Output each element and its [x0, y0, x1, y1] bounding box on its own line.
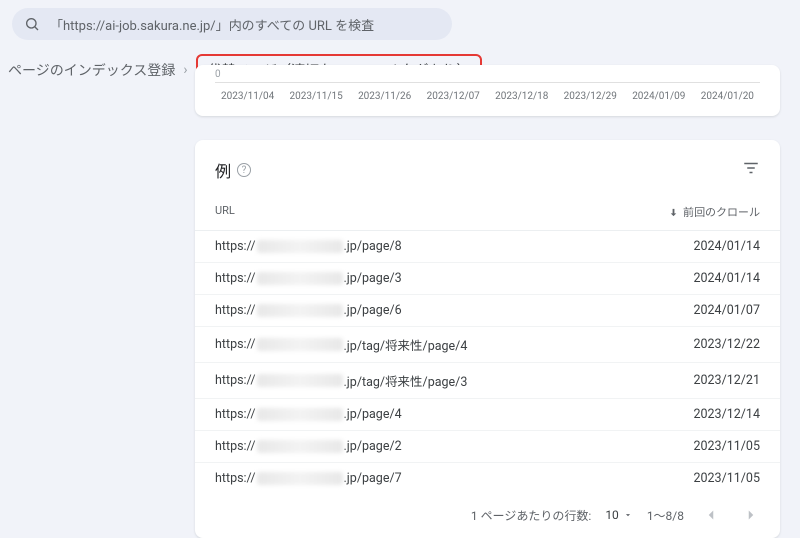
table-row[interactable]: https://.jp/page/72023/11/05	[195, 463, 780, 494]
chevron-right-icon: ›	[183, 62, 187, 78]
url-cell: https://.jp/page/6	[215, 303, 650, 318]
x-tick: 2023/12/29	[564, 91, 617, 102]
date-cell: 2024/01/14	[650, 271, 760, 286]
examples-card: 例 ? URL 前回のクロール https://.jp/page/82024/0…	[195, 140, 780, 538]
chart-axis	[215, 82, 760, 83]
url-cell: https://.jp/tag/将来性/page/3	[215, 371, 650, 390]
col-header-date[interactable]: 前回のクロール	[650, 204, 760, 220]
pager-range: 1～8/8	[647, 507, 684, 524]
x-tick: 2023/11/15	[290, 91, 343, 102]
date-cell: 2024/01/07	[650, 303, 760, 318]
x-tick: 2023/12/07	[427, 91, 480, 102]
redacted-domain	[257, 338, 343, 351]
rows-per-page-select[interactable]: 10	[605, 508, 633, 522]
chevron-left-icon	[702, 506, 720, 524]
search-placeholder: 「https://ai-job.sakura.ne.jp/」内のすべての URL…	[50, 15, 374, 34]
x-tick: 2023/12/18	[495, 91, 548, 102]
date-cell: 2024/01/14	[650, 239, 760, 254]
date-cell: 2023/12/21	[650, 373, 760, 388]
help-icon[interactable]: ?	[237, 163, 251, 177]
url-cell: https://.jp/page/2	[215, 439, 650, 454]
x-tick: 2024/01/20	[701, 91, 754, 102]
table-row[interactable]: https://.jp/page/32024/01/14	[195, 263, 780, 295]
date-cell: 2023/12/14	[650, 407, 760, 422]
redacted-domain	[257, 408, 343, 421]
x-tick: 2024/01/09	[632, 91, 685, 102]
table-title: 例	[215, 158, 231, 182]
redacted-domain	[257, 240, 343, 253]
table-row[interactable]: https://.jp/page/82024/01/14	[195, 231, 780, 263]
filter-icon[interactable]	[742, 159, 760, 181]
redacted-domain	[257, 440, 343, 453]
chevron-right-icon	[742, 506, 760, 524]
redacted-domain	[257, 272, 343, 285]
table-row[interactable]: https://.jp/tag/将来性/page/32023/12/21	[195, 363, 780, 399]
search-icon	[24, 16, 40, 32]
url-cell: https://.jp/page/7	[215, 471, 650, 486]
breadcrumb-parent[interactable]: ページのインデックス登録	[8, 60, 175, 80]
url-inspect-search[interactable]: 「https://ai-job.sakura.ne.jp/」内のすべての URL…	[12, 8, 452, 40]
table-row[interactable]: https://.jp/page/22023/11/05	[195, 431, 780, 463]
table-header-row: URL 前回のクロール	[195, 194, 780, 231]
table-row[interactable]: https://.jp/tag/将来性/page/42023/12/22	[195, 327, 780, 363]
chart-x-labels: 2023/11/04 2023/11/15 2023/11/26 2023/12…	[215, 83, 760, 102]
date-cell: 2023/11/05	[650, 471, 760, 486]
date-cell: 2023/11/05	[650, 439, 760, 454]
url-cell: https://.jp/tag/将来性/page/4	[215, 335, 650, 354]
url-cell: https://.jp/page/8	[215, 239, 650, 254]
rows-per-page-label: 1 ページあたりの行数:	[471, 507, 591, 524]
url-cell: https://.jp/page/3	[215, 271, 650, 286]
pager-next-button[interactable]	[738, 502, 764, 528]
redacted-domain	[257, 304, 343, 317]
pager-prev-button[interactable]	[698, 502, 724, 528]
redacted-domain	[257, 472, 343, 485]
date-cell: 2023/12/22	[650, 337, 760, 352]
table-row[interactable]: https://.jp/page/42023/12/14	[195, 399, 780, 431]
chevron-down-icon	[623, 510, 633, 520]
chart-card: 0 2023/11/04 2023/11/15 2023/11/26 2023/…	[195, 65, 780, 116]
table-row[interactable]: https://.jp/page/62024/01/07	[195, 295, 780, 327]
x-tick: 2023/11/04	[221, 91, 274, 102]
arrow-down-icon	[668, 207, 679, 218]
redacted-domain	[257, 374, 343, 387]
url-cell: https://.jp/page/4	[215, 407, 650, 422]
chart-y-zero: 0	[215, 69, 760, 80]
table-pager: 1 ページあたりの行数: 10 1～8/8	[195, 494, 780, 530]
col-header-url[interactable]: URL	[215, 204, 650, 220]
x-tick: 2023/11/26	[358, 91, 411, 102]
